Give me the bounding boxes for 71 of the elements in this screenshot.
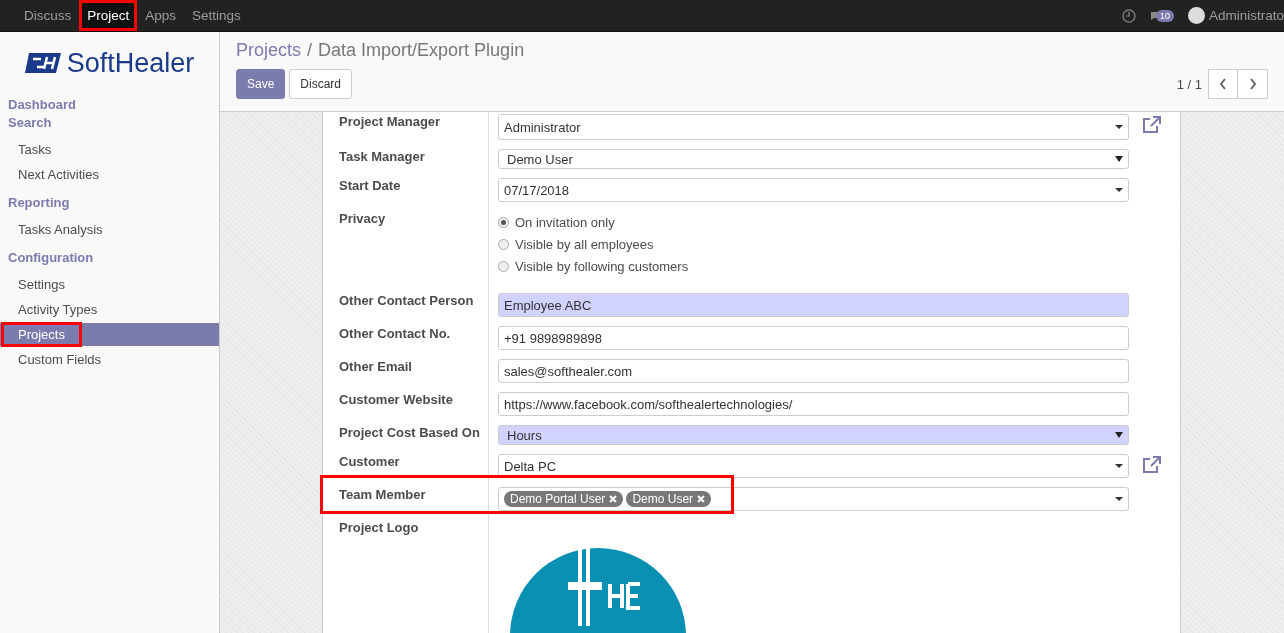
sidebar-item[interactable]: Activity Types	[0, 298, 219, 321]
menu-item[interactable]: Settings	[184, 0, 249, 31]
field-label: Customer	[339, 454, 400, 469]
logo-text: SoftHealer	[66, 47, 195, 79]
radio-button[interactable]	[498, 217, 509, 228]
input-field[interactable]: sales@softhealer.com	[498, 359, 1129, 383]
sidebar-item[interactable]: Projects	[0, 323, 219, 346]
field-label: Privacy	[339, 211, 386, 226]
input-field[interactable]: 07/17/2018	[498, 178, 1129, 202]
form-button[interactable]: Save	[236, 69, 286, 99]
avatar[interactable]	[1187, 7, 1205, 24]
input-field[interactable]: Demo User	[498, 149, 1129, 169]
field-label: Other Email	[339, 359, 412, 374]
tag: Demo Portal User	[504, 491, 624, 507]
sidebar-section-title[interactable]: Reporting	[0, 194, 219, 212]
field-label: Start Date	[339, 178, 401, 193]
chevron-left-icon[interactable]	[1219, 78, 1227, 90]
radio-label: Visible by following customers	[515, 259, 689, 274]
field-label: Team Member	[339, 487, 426, 502]
breadcrumb-separator: /	[307, 40, 313, 61]
radio-button[interactable]	[498, 261, 509, 272]
pager-counter: 1 / 1	[1176, 76, 1202, 92]
form-button[interactable]: Discard	[289, 69, 353, 99]
dropdown-caret-icon[interactable]	[1115, 432, 1123, 438]
user-name[interactable]: Administrato	[1208, 8, 1284, 23]
menu-item[interactable]: Discuss	[16, 0, 80, 31]
previous-button[interactable]	[1208, 69, 1238, 99]
menu-item[interactable]: Project	[79, 0, 138, 31]
sidebar-section-title[interactable]: Configuration	[0, 249, 219, 267]
field-label: Project Manager	[339, 114, 441, 129]
field-label: Project Logo	[339, 520, 419, 535]
dropdown-caret-icon[interactable]	[1115, 464, 1123, 468]
breadcrumb-title: Data Import/Export Plugin	[318, 40, 525, 61]
input-field[interactable]: Delta PC	[498, 454, 1129, 478]
field-label: Other Contact No.	[339, 326, 451, 341]
chevron-right-icon[interactable]	[1248, 78, 1257, 90]
sidebar-section-title[interactable]: Dashboard	[0, 96, 219, 114]
sidebar-item[interactable]: Tasks Analysis	[0, 218, 219, 241]
dropdown-caret-icon[interactable]	[1115, 156, 1123, 162]
radio-label: Visible by all employees	[515, 237, 654, 252]
input-field[interactable]: Administrator	[498, 114, 1129, 140]
radio-label: On invitation only	[515, 215, 615, 230]
sidebar-item[interactable]: Custom Fields	[0, 348, 219, 371]
close-icon[interactable]	[609, 495, 618, 503]
input-field[interactable]: Hours	[498, 425, 1129, 445]
logo-mark-icon	[24, 53, 61, 73]
dropdown-caret-icon[interactable]	[1115, 497, 1123, 501]
message-count-badge: 10	[1155, 9, 1174, 22]
tag: Demo User	[626, 491, 712, 507]
sidebar-item[interactable]: Settings	[0, 273, 219, 296]
input-field[interactable]: +91 9898989898	[498, 326, 1129, 350]
field-label: Project Cost Based On	[339, 425, 480, 440]
sidebar-section-title[interactable]: Search	[0, 114, 219, 132]
radio-button[interactable]	[498, 239, 509, 250]
next-button[interactable]	[1238, 69, 1268, 99]
dropdown-caret-icon[interactable]	[1115, 125, 1123, 129]
tags-field[interactable]: Demo Portal User Demo User	[498, 487, 1129, 511]
external-link-icon[interactable]	[1141, 456, 1161, 474]
breadcrumb-link[interactable]: Projects	[236, 40, 302, 61]
sidebar-item[interactable]: Next Activities	[0, 163, 219, 186]
sidebar-item[interactable]: Tasks	[0, 138, 219, 161]
field-label: Customer Website	[339, 392, 453, 407]
menu-item[interactable]: Apps	[137, 0, 185, 31]
input-field[interactable]: https://www.facebook.com/softhealertechnologies/	[498, 392, 1129, 416]
external-link-icon[interactable]	[1141, 116, 1161, 134]
dropdown-caret-icon[interactable]	[1115, 188, 1123, 192]
close-icon[interactable]	[697, 495, 706, 503]
input-field[interactable]: Employee ABC	[498, 293, 1129, 317]
clock-icon[interactable]	[1121, 8, 1136, 23]
field-label: Task Manager	[339, 149, 425, 164]
field-label: Other Contact Person	[339, 293, 474, 308]
